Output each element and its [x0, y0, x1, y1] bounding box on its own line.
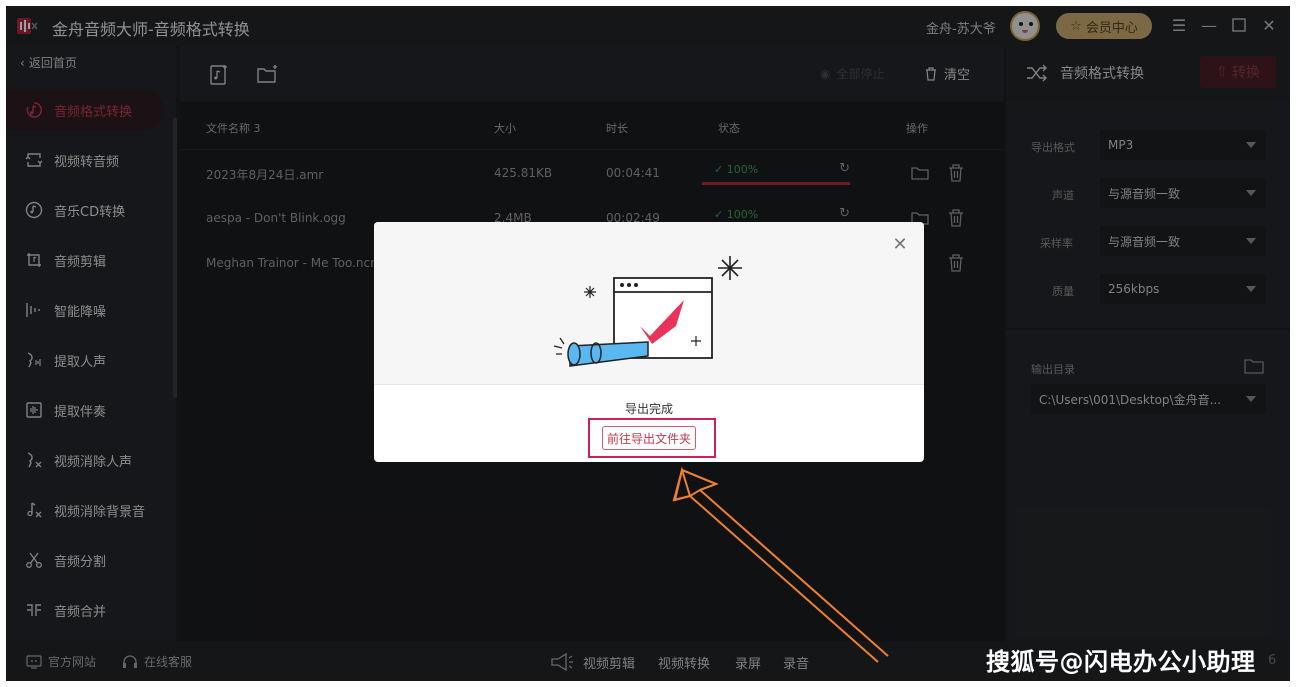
close-icon[interactable]: ✕: [890, 234, 910, 255]
watermark-text: 搜狐号@闪电办公小助理: [986, 648, 1256, 676]
dialog-illustration-area: ✕: [374, 222, 924, 385]
success-illustration: [553, 256, 742, 367]
annotation-highlight-box: [588, 418, 716, 458]
export-complete-message: 导出完成: [624, 402, 673, 416]
